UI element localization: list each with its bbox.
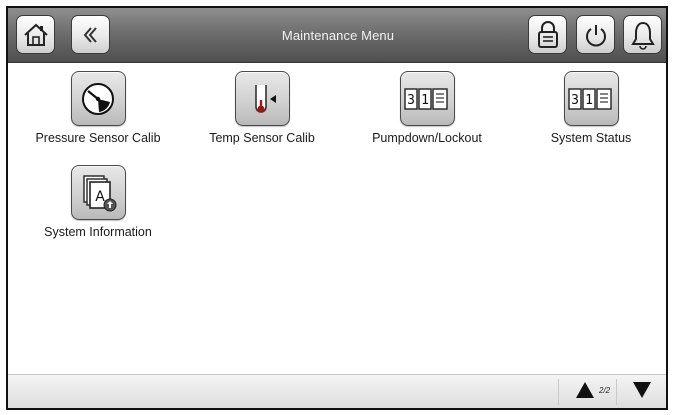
svg-text:A: A: [95, 189, 105, 205]
menu-item-label: System Status: [550, 131, 632, 145]
page-indicator: 2/2: [599, 386, 611, 395]
menu-item-system-information[interactable]: A System Information: [23, 165, 173, 255]
page-title: Maintenance Menu: [281, 28, 395, 43]
calendar-icon: 3 1: [563, 71, 619, 126]
lock-icon: [535, 20, 561, 50]
menu-item-system-status[interactable]: 3 1 System Status: [516, 71, 666, 161]
divider: [616, 379, 617, 405]
home-button[interactable]: [16, 15, 55, 54]
calendar-icon: 3 1: [399, 71, 455, 126]
info-documents-icon: A: [70, 165, 126, 220]
thermometer-icon: [234, 71, 290, 126]
menu-item-pumpdown-lockout[interactable]: 3 1 Pumpdown/Lockout: [352, 71, 502, 161]
menu-item-temp-sensor-calib[interactable]: Temp Sensor Calib: [187, 71, 337, 161]
screen-frame: Maintenance Menu Pressure Sensor Calib T…: [6, 6, 668, 410]
lock-button[interactable]: [528, 15, 567, 54]
calendar-digit: 1: [421, 93, 429, 108]
menu-item-pressure-sensor-calib[interactable]: Pressure Sensor Calib: [23, 71, 173, 161]
back-icon: [80, 24, 102, 46]
menu-item-label: Pumpdown/Lockout: [372, 131, 482, 145]
page-down-button[interactable]: [622, 375, 662, 408]
menu-item-label: System Information: [44, 225, 152, 239]
alarm-button[interactable]: [623, 15, 662, 54]
calendar-digit: 1: [585, 93, 593, 108]
divider: [558, 379, 559, 405]
gauge-icon: [70, 71, 126, 126]
triangle-down-icon: [632, 381, 652, 404]
power-button[interactable]: [576, 15, 615, 54]
calendar-digit: 3: [571, 93, 579, 108]
calendar-digit: 3: [407, 93, 415, 108]
power-icon: [583, 22, 609, 48]
home-icon: [22, 21, 50, 49]
header-bar: Maintenance Menu: [8, 8, 666, 63]
bell-icon: [630, 20, 656, 50]
footer-bar: 2/2: [8, 374, 666, 408]
menu-item-label: Pressure Sensor Calib: [35, 131, 161, 145]
menu-item-label: Temp Sensor Calib: [209, 131, 315, 145]
triangle-up-icon: [575, 381, 595, 404]
back-button[interactable]: [71, 15, 110, 54]
